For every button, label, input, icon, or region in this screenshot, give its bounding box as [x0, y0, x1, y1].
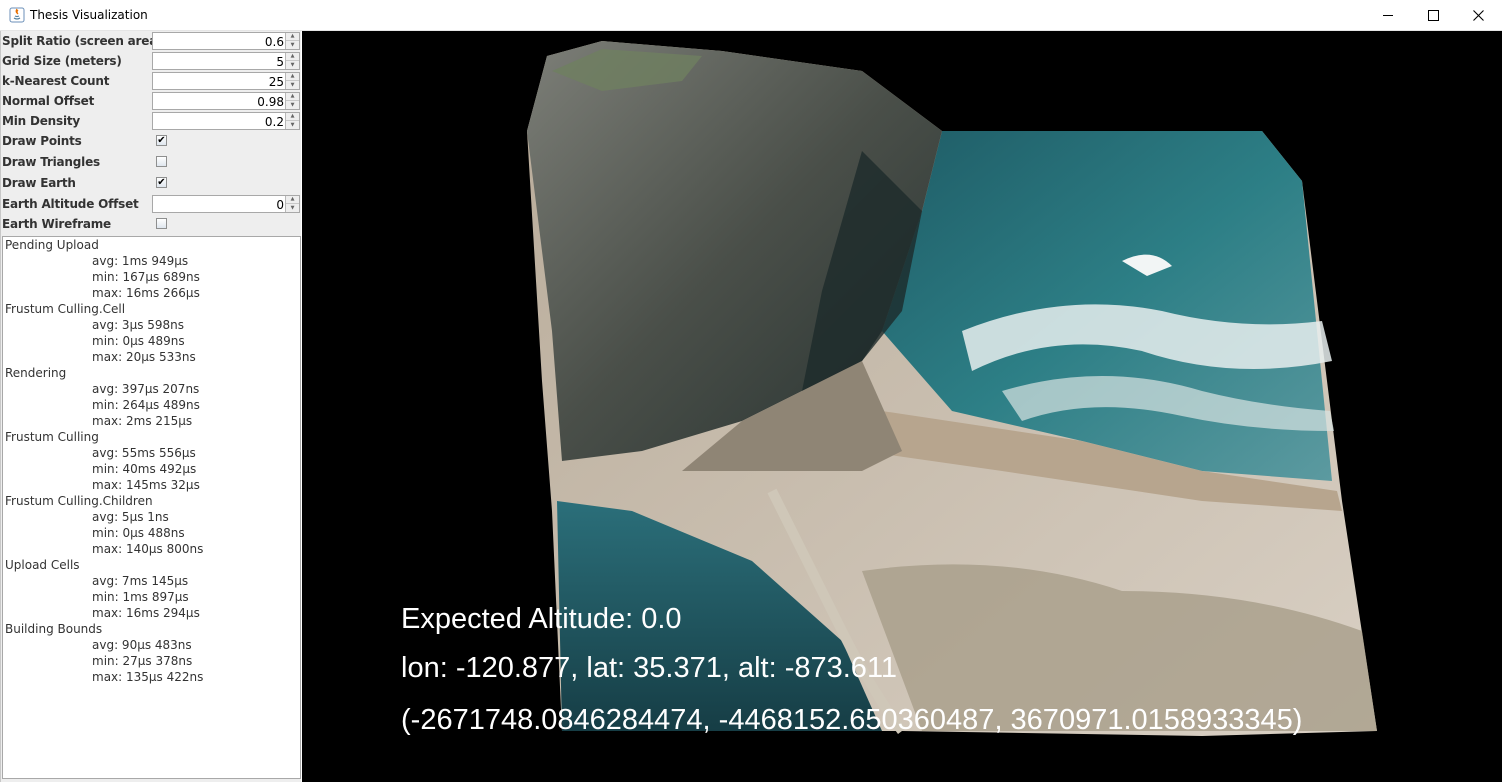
lon-lat-alt-text: lon: -120.877, lat: 35.371, alt: -873.61…: [401, 652, 898, 684]
spinner-up-arrow-icon[interactable]: ▲: [286, 196, 299, 204]
spinner-down-arrow-icon[interactable]: ▼: [286, 101, 299, 109]
setting-k-nearest: k-Nearest Count 25 ▲ ▼: [1, 71, 302, 91]
stat-title: Rendering: [5, 366, 67, 380]
stat-max: max: 140µs 800ns: [92, 542, 204, 556]
stat-max: max: 145ms 32µs: [92, 478, 200, 492]
spinner-value[interactable]: 25: [269, 75, 284, 89]
minimize-button[interactable]: [1365, 0, 1411, 30]
stat-title: Building Bounds: [5, 622, 103, 636]
spinner-up-arrow-icon[interactable]: ▲: [286, 93, 299, 101]
setting-normal-offset: Normal Offset 0.98 ▲ ▼: [1, 91, 302, 111]
stat-avg: avg: 90µs 483ns: [92, 638, 192, 652]
spinner-buttons: ▲ ▼: [285, 33, 299, 49]
spinner-down-arrow-icon[interactable]: ▼: [286, 41, 299, 49]
setting-grid-size: Grid Size (meters) 5 ▲ ▼: [1, 51, 302, 71]
setting-label: Draw Earth: [2, 176, 76, 190]
setting-earth-wireframe: Earth Wireframe: [1, 214, 302, 234]
draw-triangles-checkbox[interactable]: [156, 156, 167, 167]
stat-min: min: 27µs 378ns: [92, 654, 193, 668]
draw-points-checkbox[interactable]: ✔: [156, 135, 167, 146]
spinner-up-arrow-icon[interactable]: ▲: [286, 53, 299, 61]
setting-split-ratio: Split Ratio (screen area) 0.6 ▲ ▼: [1, 31, 302, 51]
setting-draw-triangles: Draw Triangles: [1, 152, 302, 172]
settings-panel: Split Ratio (screen area) 0.6 ▲ ▼ Grid S…: [0, 31, 301, 782]
spinner-buttons: ▲ ▼: [285, 53, 299, 69]
stat-min: min: 264µs 489ns: [92, 398, 200, 412]
maximize-icon: [1427, 9, 1439, 21]
minimize-icon: [1382, 14, 1393, 16]
setting-draw-points: Draw Points ✔: [1, 131, 302, 151]
stat-max: max: 16ms 266µs: [92, 286, 200, 300]
3d-viewport[interactable]: Expected Altitude: 0.0 lon: -120.877, la…: [302, 31, 1502, 782]
ecef-coordinates-text: (-2671748.0846284474, -4468152.650360487…: [401, 704, 1303, 736]
setting-label: Normal Offset: [2, 94, 95, 108]
stat-avg: avg: 55ms 556µs: [92, 446, 196, 460]
setting-label: Split Ratio (screen area): [2, 34, 163, 48]
setting-label: Earth Wireframe: [2, 217, 111, 231]
spinner-down-arrow-icon[interactable]: ▼: [286, 61, 299, 69]
spinner-value[interactable]: 0.2: [265, 115, 284, 129]
spinner-down-arrow-icon[interactable]: ▼: [286, 81, 299, 89]
close-button[interactable]: [1455, 0, 1501, 30]
stat-avg: avg: 5µs 1ns: [92, 510, 169, 524]
grid-size-spinner[interactable]: 5 ▲ ▼: [152, 52, 300, 70]
stat-max: max: 2ms 215µs: [92, 414, 193, 428]
earth-altitude-offset-spinner[interactable]: 0 ▲ ▼: [152, 195, 300, 213]
checkmark-icon: ✔: [157, 135, 166, 146]
stat-title: Frustum Culling: [5, 430, 99, 444]
setting-min-density: Min Density 0.2 ▲ ▼: [1, 111, 302, 131]
spinner-up-arrow-icon[interactable]: ▲: [286, 33, 299, 41]
maximize-button[interactable]: [1410, 0, 1456, 30]
earth-wireframe-checkbox[interactable]: [156, 218, 167, 229]
spinner-down-arrow-icon[interactable]: ▼: [286, 204, 299, 212]
spinner-up-arrow-icon[interactable]: ▲: [286, 113, 299, 121]
spinner-value[interactable]: 0: [276, 198, 284, 212]
setting-label: Earth Altitude Offset: [2, 197, 139, 211]
spinner-buttons: ▲ ▼: [285, 113, 299, 129]
stat-title: Frustum Culling.Children: [5, 494, 153, 508]
stat-avg: avg: 3µs 598ns: [92, 318, 185, 332]
setting-earth-altitude-offset: Earth Altitude Offset 0 ▲ ▼: [1, 194, 302, 214]
java-app-icon: [9, 7, 25, 23]
timing-stats-area[interactable]: Pending Upload avg: 1ms 949µs min: 167µs…: [2, 236, 301, 779]
stat-title: Frustum Culling.Cell: [5, 302, 126, 316]
stat-min: min: 1ms 897µs: [92, 590, 189, 604]
expected-altitude-text: Expected Altitude: 0.0: [401, 603, 682, 635]
stat-min: min: 0µs 489ns: [92, 334, 185, 348]
stat-avg: avg: 7ms 145µs: [92, 574, 189, 588]
stat-title: Upload Cells: [5, 558, 80, 572]
window-title: Thesis Visualization: [30, 8, 148, 22]
stat-min: min: 40ms 492µs: [92, 462, 197, 476]
setting-draw-earth: Draw Earth ✔: [1, 173, 302, 193]
min-density-spinner[interactable]: 0.2 ▲ ▼: [152, 112, 300, 130]
spinner-down-arrow-icon[interactable]: ▼: [286, 121, 299, 129]
spinner-value[interactable]: 5: [276, 55, 284, 69]
window-titlebar[interactable]: Thesis Visualization: [0, 0, 1502, 31]
normal-offset-spinner[interactable]: 0.98 ▲ ▼: [152, 92, 300, 110]
spinner-value[interactable]: 0.6: [265, 35, 284, 49]
stat-min: min: 0µs 488ns: [92, 526, 185, 540]
setting-label: Min Density: [2, 114, 81, 128]
stat-max: max: 135µs 422ns: [92, 670, 204, 684]
setting-label: k-Nearest Count: [2, 74, 110, 88]
checkmark-icon: ✔: [157, 177, 166, 188]
k-nearest-spinner[interactable]: 25 ▲ ▼: [152, 72, 300, 90]
split-ratio-spinner[interactable]: 0.6 ▲ ▼: [152, 32, 300, 50]
stat-title: Pending Upload: [5, 238, 99, 252]
spinner-up-arrow-icon[interactable]: ▲: [286, 73, 299, 81]
close-icon: [1472, 9, 1484, 21]
setting-label: Draw Points: [2, 134, 82, 148]
spinner-buttons: ▲ ▼: [285, 73, 299, 89]
stat-min: min: 167µs 689ns: [92, 270, 200, 284]
draw-earth-checkbox[interactable]: ✔: [156, 177, 167, 188]
stat-avg: avg: 1ms 949µs: [92, 254, 189, 268]
spinner-value[interactable]: 0.98: [257, 95, 284, 109]
setting-label: Grid Size (meters): [2, 54, 122, 68]
spinner-buttons: ▲ ▼: [285, 93, 299, 109]
stat-max: max: 20µs 533ns: [92, 350, 196, 364]
setting-label: Draw Triangles: [2, 155, 100, 169]
stat-avg: avg: 397µs 207ns: [92, 382, 200, 396]
stat-max: max: 16ms 294µs: [92, 606, 200, 620]
spinner-buttons: ▲ ▼: [285, 196, 299, 212]
